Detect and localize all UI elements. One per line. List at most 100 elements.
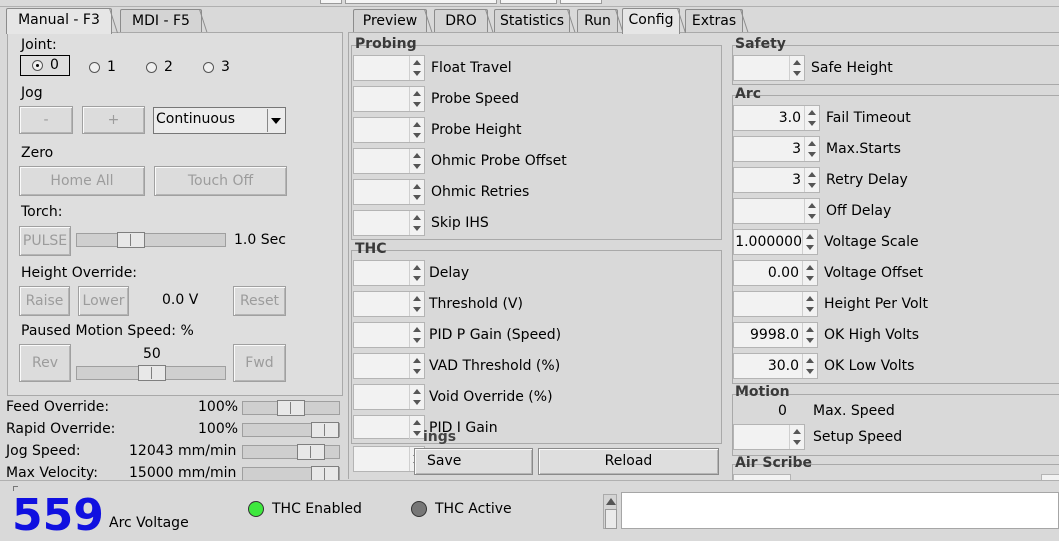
max-starts-input[interactable]: 3 — [733, 136, 820, 162]
voltage-scale-input[interactable]: 1.000000 — [733, 229, 818, 255]
spin-arrows-icon[interactable] — [409, 118, 424, 142]
spin-arrows-icon[interactable] — [804, 168, 819, 192]
pid-i-gain-input[interactable] — [353, 415, 425, 440]
fwd-button[interactable]: Fwd — [233, 344, 286, 382]
joint-3-radio[interactable] — [203, 62, 214, 73]
joint-2-label: 2 — [164, 59, 173, 75]
joint-2-radio[interactable] — [146, 62, 157, 73]
spin-arrows-icon[interactable] — [409, 385, 424, 409]
jog-mode-select[interactable]: Continuous — [153, 107, 286, 134]
motion-title: Motion — [735, 384, 790, 400]
touch-off-button[interactable]: Touch Off — [154, 166, 287, 196]
fail-timeout-input[interactable]: 3.0 — [733, 105, 820, 131]
thc-delay-input[interactable] — [353, 260, 425, 286]
ok-low-volts-label: OK Low Volts — [824, 358, 915, 374]
safe-height-input[interactable] — [733, 55, 805, 81]
vertical-scrollbar[interactable] — [603, 494, 617, 529]
tab-statistics[interactable]: Statistics — [494, 9, 570, 33]
jog-minus-button[interactable]: - — [19, 106, 73, 134]
spin-arrows-icon[interactable] — [409, 416, 424, 440]
tab-config[interactable]: Config — [622, 8, 680, 34]
spin-arrows-icon[interactable] — [409, 292, 424, 316]
probe-height-input[interactable] — [353, 117, 425, 143]
spin-arrows-icon[interactable] — [802, 261, 817, 285]
paused-speed-slider[interactable] — [76, 365, 226, 381]
rapid-override-slider[interactable] — [242, 422, 340, 438]
joint-1-radio[interactable] — [89, 62, 100, 73]
lower-button[interactable]: Lower — [78, 286, 129, 316]
rev-button[interactable]: Rev — [19, 344, 71, 382]
thc-enabled-label: THC Enabled — [272, 501, 362, 517]
tab-run[interactable]: Run — [577, 9, 618, 33]
torch-slider-handle[interactable] — [117, 232, 145, 248]
spin-arrows-icon[interactable] — [409, 211, 424, 235]
rapid-override-handle[interactable] — [311, 422, 339, 438]
threshold-input[interactable] — [353, 291, 425, 317]
joint-0-focus[interactable]: 0 — [20, 55, 70, 76]
spin-arrows-icon[interactable] — [409, 56, 424, 80]
spin-arrows-icon[interactable] — [409, 180, 424, 204]
ok-high-volts-input[interactable]: 9998.0 — [733, 322, 818, 348]
air-scribe-title: Air Scribe — [735, 455, 813, 471]
spin-arrows-icon[interactable] — [789, 56, 804, 80]
retry-delay-input[interactable]: 3 — [733, 167, 820, 193]
chevron-up-icon[interactable] — [606, 498, 616, 505]
probe-speed-input[interactable] — [353, 86, 425, 112]
void-override-input[interactable] — [353, 384, 425, 410]
height-per-volt-input[interactable] — [733, 291, 818, 317]
spin-arrows-icon[interactable] — [789, 425, 804, 449]
ohmic-probe-offset-input[interactable] — [353, 148, 425, 174]
tab-preview[interactable]: Preview — [353, 9, 427, 33]
setup-speed-input[interactable] — [733, 424, 805, 450]
paused-speed-handle[interactable] — [138, 365, 166, 381]
feed-override-handle[interactable] — [277, 400, 305, 416]
home-all-button[interactable]: Home All — [19, 166, 145, 196]
spin-arrows-icon[interactable] — [802, 323, 817, 347]
raise-button[interactable]: Raise — [19, 286, 70, 316]
reload-button[interactable]: Reload — [538, 448, 719, 475]
joint-3-label: 3 — [221, 59, 230, 75]
spin-arrows-icon[interactable] — [409, 149, 424, 173]
spin-arrows-icon[interactable] — [409, 323, 424, 347]
feed-override-slider[interactable] — [242, 400, 340, 416]
jog-speed-slider[interactable] — [242, 444, 340, 460]
ohmic-retries-input[interactable] — [353, 179, 425, 205]
max-speed-value: 0 — [778, 403, 787, 419]
off-delay-input[interactable] — [733, 198, 820, 224]
threshold-label: Threshold (V) — [429, 296, 523, 312]
joint-0-radio[interactable] — [32, 60, 43, 71]
tab-extras[interactable]: Extras — [685, 9, 743, 33]
spin-arrows-icon[interactable] — [802, 292, 817, 316]
height-per-volt-label: Height Per Volt — [824, 296, 928, 312]
pid-p-gain-input[interactable] — [353, 322, 425, 348]
jog-plus-button[interactable]: + — [82, 106, 145, 134]
save-button[interactable]: Save — [414, 448, 533, 475]
scrollbar-thumb[interactable] — [605, 509, 617, 529]
float-travel-input[interactable] — [353, 55, 425, 81]
vad-threshold-input[interactable] — [353, 353, 425, 379]
voltage-offset-input[interactable]: 0.00 — [733, 260, 818, 286]
ohmic-probe-offset-label: Ohmic Probe Offset — [431, 153, 567, 169]
pulse-button[interactable]: PULSE — [19, 226, 71, 256]
spin-arrows-icon[interactable] — [802, 354, 817, 378]
message-text-area[interactable] — [621, 492, 1059, 529]
spin-arrows-icon[interactable] — [804, 199, 819, 223]
spin-arrows-icon[interactable] — [409, 87, 424, 111]
ok-low-volts-input[interactable]: 30.0 — [733, 353, 818, 379]
spin-arrows-icon[interactable] — [804, 106, 819, 130]
joint-label: Joint: — [21, 37, 57, 53]
tab-dro[interactable]: DRO — [434, 9, 488, 33]
tab-mdi[interactable]: MDI - F5 — [120, 9, 202, 33]
spin-arrows-icon[interactable] — [804, 137, 819, 161]
tab-manual[interactable]: Manual - F3 — [6, 8, 112, 34]
spin-arrows-icon[interactable] — [802, 230, 817, 254]
spin-arrows-icon[interactable] — [409, 354, 424, 378]
reset-button[interactable]: Reset — [233, 286, 286, 316]
jog-speed-handle[interactable] — [297, 444, 325, 460]
torch-slider[interactable] — [76, 232, 226, 248]
spin-arrows-icon[interactable] — [409, 261, 424, 285]
skip-ihs-input[interactable] — [353, 210, 425, 236]
float-travel-label: Float Travel — [431, 60, 512, 76]
max-velocity-slider[interactable] — [242, 466, 340, 482]
arc-title: Arc — [735, 86, 762, 102]
